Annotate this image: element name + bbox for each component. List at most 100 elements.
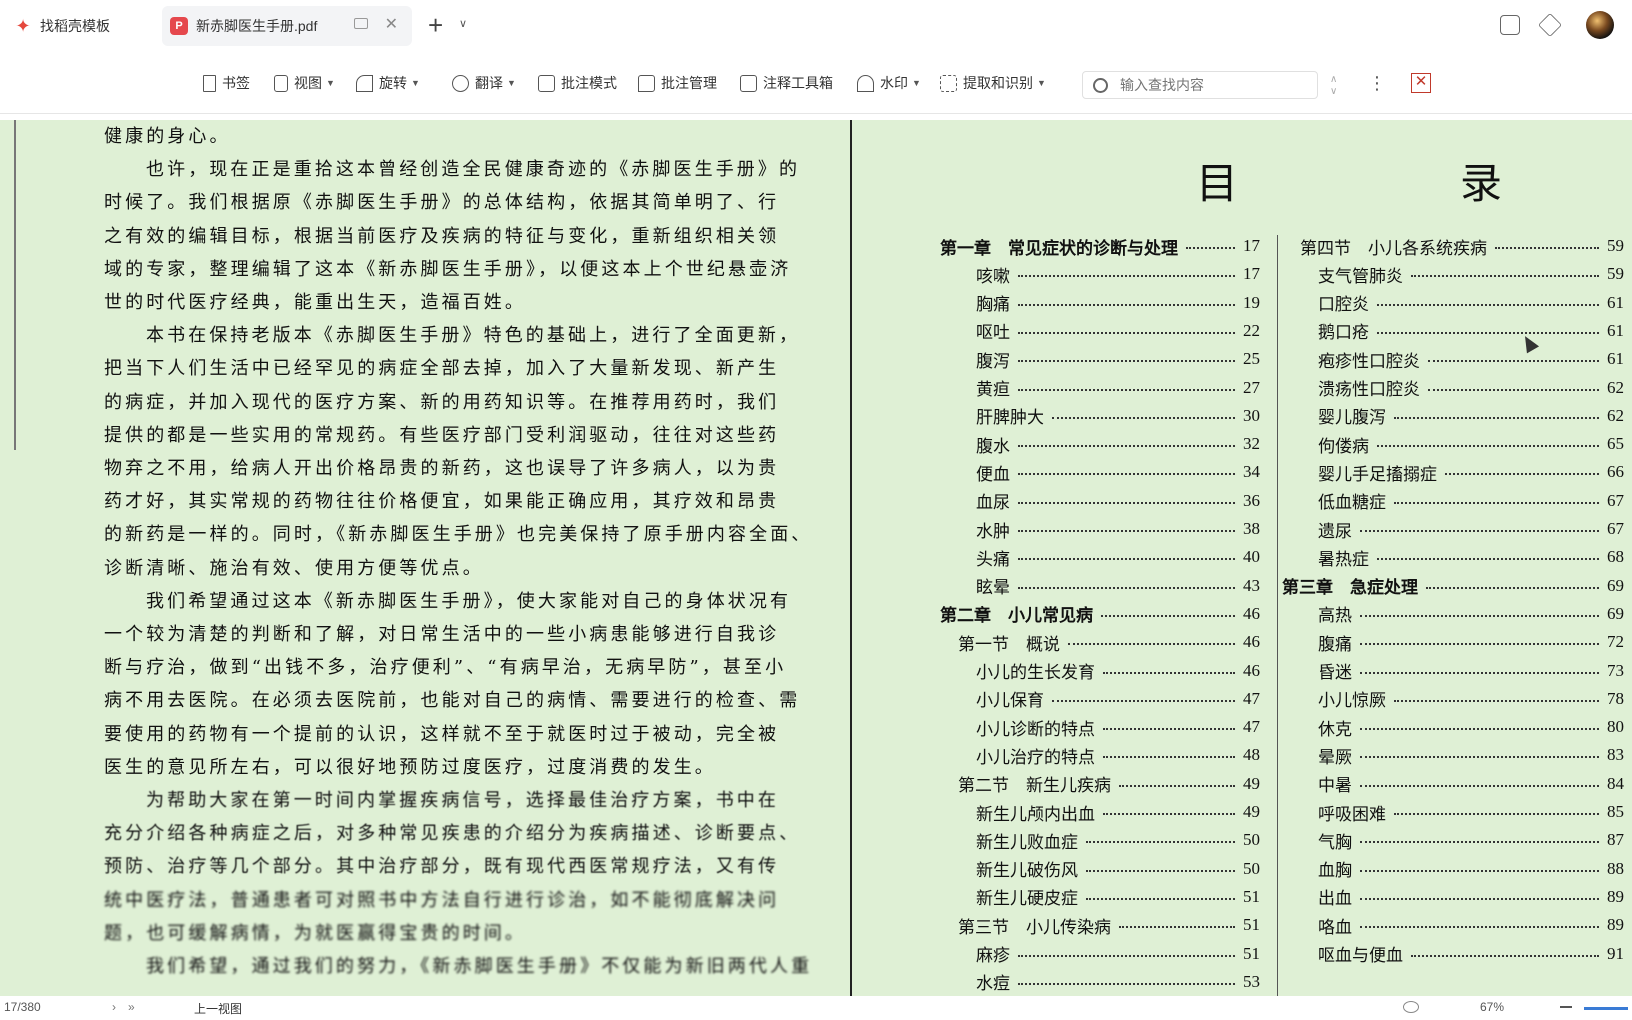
toc-entry[interactable]: 腹泻 25: [976, 347, 1260, 372]
search-box[interactable]: [1082, 71, 1318, 99]
toc-entry[interactable]: 眩晕 43: [976, 574, 1260, 599]
tab-docer-templates[interactable]: ✦ 找稻壳模板: [6, 6, 156, 46]
toc-entry[interactable]: 黄疸 27: [976, 376, 1260, 401]
toc-entry[interactable]: 高热 69: [1318, 602, 1624, 627]
toc-entry[interactable]: 第三节 小儿传染病 51: [958, 913, 1260, 938]
toc-entry-label: 眩晕: [976, 578, 1010, 599]
toc-entry[interactable]: 水痘 53: [976, 970, 1260, 995]
toc-entry[interactable]: 暑热症 68: [1318, 545, 1624, 570]
rotate-button[interactable]: 旋转 ▼: [356, 72, 420, 94]
toc-entry[interactable]: 婴儿手足搐搦症 66: [1318, 460, 1624, 485]
toc-entry[interactable]: 新生儿败血症 50: [976, 828, 1260, 853]
annotate-tools-button[interactable]: 注释工具箱: [740, 72, 833, 94]
toc-entry[interactable]: 小儿治疗的特点 48: [976, 743, 1260, 768]
annotate-mode-button[interactable]: 批注模式: [538, 72, 617, 94]
toc-entry[interactable]: 小儿的生长发育 46: [976, 659, 1260, 684]
new-tab-icon[interactable]: +: [428, 12, 443, 38]
zoom-out-icon[interactable]: [1560, 1006, 1572, 1008]
prev-view-button[interactable]: 上一视图: [194, 1000, 242, 1017]
close-search-icon[interactable]: ✕: [1411, 73, 1431, 93]
toc-entry[interactable]: 肝脾肿大 30: [976, 404, 1260, 429]
toc-entry[interactable]: 第三章 急症处理 69: [1282, 574, 1624, 599]
toc-entry[interactable]: 出血 89: [1318, 885, 1624, 910]
translate-button[interactable]: 翻译 ▼: [452, 72, 516, 94]
more-options-icon[interactable]: ⋮: [1368, 74, 1386, 92]
annotate-manage-button[interactable]: 批注管理: [638, 72, 717, 94]
avatar[interactable]: [1586, 11, 1614, 39]
tab-bar: ✦ 找稻壳模板 P 新赤脚医生手册.pdf ✕ + ∨: [0, 0, 1632, 50]
toc-entry[interactable]: 第一节 概说 46: [958, 630, 1260, 655]
toc-entry-label: 第二章 小儿常见病: [940, 606, 1093, 627]
toc-entry[interactable]: 腹水 32: [976, 432, 1260, 457]
watermark-button[interactable]: 水印 ▼: [857, 72, 921, 94]
toc-entry[interactable]: 气胸 87: [1318, 828, 1624, 853]
toc-entry-label: 便血: [976, 464, 1010, 485]
toc-entry[interactable]: 遗尿 67: [1318, 517, 1624, 542]
zoom-slider[interactable]: [1584, 1007, 1628, 1010]
toc-entry[interactable]: 婴儿腹泻 62: [1318, 404, 1624, 429]
toc-entry[interactable]: 休克 80: [1318, 715, 1624, 740]
chevron-down-icon[interactable]: ∨: [459, 17, 467, 30]
toc-entry[interactable]: 胸痛 19: [976, 291, 1260, 316]
toc-entry[interactable]: 小儿惊厥 78: [1318, 687, 1624, 712]
zoom-level[interactable]: 67%: [1480, 1000, 1504, 1014]
search-nav-arrows[interactable]: ∧ ∨: [1330, 74, 1337, 98]
toc-entry[interactable]: 鹅口疮 61: [1318, 319, 1624, 344]
toc-entry[interactable]: 第二节 新生儿疾病 49: [958, 772, 1260, 797]
eye-icon[interactable]: [1403, 1001, 1419, 1013]
toc-entry[interactable]: 第二章 小儿常见病 46: [940, 602, 1260, 627]
extract-button[interactable]: 提取和识别 ▼: [940, 72, 1046, 94]
toc-entry[interactable]: 水肿 38: [976, 517, 1260, 542]
toc-page-number: 46: [1243, 660, 1260, 680]
text-line: 提供的都是一些实用的常规药。有些医疗部门受利润驱动，往往对这些药: [104, 424, 780, 446]
toc-entry[interactable]: 第四节 小儿各系统疾病 59: [1300, 234, 1624, 259]
close-tab-icon[interactable]: ✕: [385, 14, 398, 34]
toc-leader-dots: [1360, 728, 1599, 731]
toc-entry[interactable]: 第一章 常见症状的诊断与处理 17: [940, 234, 1260, 259]
view-button[interactable]: 视图 ▼: [274, 72, 335, 94]
toc-leader-dots: [1086, 841, 1235, 844]
toc-entry[interactable]: 咳嗽 17: [976, 262, 1260, 287]
text-line: 物弃之不用，给病人开出价格昂贵的新药，这也误导了许多病人，以为贵: [104, 458, 780, 479]
toc-leader-dots: [1394, 813, 1599, 815]
toc-entry[interactable]: 疱疹性口腔炎 61: [1318, 347, 1624, 372]
toc-entry-label: 婴儿手足搐搦症: [1318, 464, 1437, 485]
page-nav-arrows[interactable]: › »: [112, 1000, 135, 1014]
toc-entry[interactable]: 腹痛 72: [1318, 630, 1624, 655]
watermark-label: 水印: [880, 75, 908, 91]
toc-entry[interactable]: 昏迷 73: [1318, 659, 1624, 684]
search-input[interactable]: [1120, 77, 1290, 93]
toc-leader-dots: [1360, 784, 1599, 787]
toc-entry[interactable]: 小儿诊断的特点 47: [976, 715, 1260, 740]
tab-pdf-document[interactable]: P 新赤脚医生手册.pdf ✕: [162, 6, 412, 46]
toc-entry[interactable]: 咯血 89: [1318, 913, 1624, 938]
toc-entry[interactable]: 佝偻病 65: [1318, 432, 1624, 457]
toc-entry[interactable]: 低血糖症 67: [1318, 489, 1624, 514]
toc-entry[interactable]: 呕血与便血 91: [1318, 942, 1624, 967]
monitor-icon[interactable]: [354, 18, 368, 29]
toc-entry[interactable]: 血胸 88: [1318, 857, 1624, 882]
toc-entry[interactable]: 麻疹 51: [976, 942, 1260, 967]
toc-entry[interactable]: 呕吐 22: [976, 319, 1260, 344]
toc-entry[interactable]: 溃疡性口腔炎 62: [1318, 376, 1624, 401]
toc-entry[interactable]: 小儿保育 47: [976, 687, 1260, 712]
reading-mode-icon[interactable]: [1500, 15, 1520, 35]
toc-entry[interactable]: 新生儿硬皮症 51: [976, 885, 1260, 910]
docer-logo-icon: ✦: [14, 15, 32, 36]
toc-entry[interactable]: 血尿 36: [976, 489, 1260, 514]
toc-entry[interactable]: 支气管肺炎 59: [1318, 262, 1624, 287]
toc-entry[interactable]: 中暑 84: [1318, 772, 1624, 797]
toc-entry[interactable]: 新生儿破伤风 50: [976, 857, 1260, 882]
toc-entry[interactable]: 呼吸困难 85: [1318, 800, 1624, 825]
tab-label: 找稻壳模板: [40, 18, 110, 34]
bookmark-button[interactable]: 书签: [203, 72, 250, 94]
toc-page-number: 51: [1243, 886, 1260, 906]
cube-icon[interactable]: [1537, 12, 1563, 38]
toc-entry[interactable]: 头痛 40: [976, 545, 1260, 570]
page-indicator[interactable]: 17/380: [4, 1000, 41, 1014]
document-viewer[interactable]: 健康的身心。 也许，现在正是重拾这本曾经创造全民健康奇迹的《赤脚医生手册》的 时候了…: [0, 120, 1632, 996]
toc-entry[interactable]: 晕厥 83: [1318, 743, 1624, 768]
toc-entry[interactable]: 口腔炎 61: [1318, 291, 1624, 316]
toc-entry[interactable]: 新生儿颅内出血 49: [976, 800, 1260, 825]
toc-entry[interactable]: 便血 34: [976, 460, 1260, 485]
